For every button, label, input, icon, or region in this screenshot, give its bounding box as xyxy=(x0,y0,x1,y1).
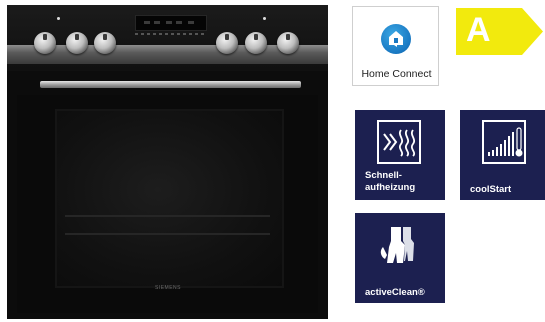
control-knob xyxy=(94,32,116,54)
control-knob xyxy=(245,32,267,54)
control-knob xyxy=(34,32,56,54)
feature-rapid-heating: Schnell- aufheizung xyxy=(355,110,445,200)
home-connect-badge: Home Connect xyxy=(352,6,439,86)
brand-label: SIEMENS xyxy=(154,285,181,291)
rapid-heating-icon xyxy=(377,120,421,164)
indicator-dot xyxy=(263,17,266,20)
home-connect-icon xyxy=(381,24,411,54)
indicator-dot xyxy=(57,17,60,20)
feature-label: aufheizung xyxy=(365,182,416,193)
feature-cool-start: coolStart xyxy=(460,110,545,200)
oven-product-image: SIEMENS xyxy=(7,5,328,319)
oven-rack xyxy=(65,233,270,235)
control-knob xyxy=(216,32,238,54)
oven-display xyxy=(135,15,207,31)
feature-label: coolStart xyxy=(470,184,512,195)
feature-label: Schnell- xyxy=(365,170,402,181)
feature-label: activeClean® xyxy=(365,287,425,298)
energy-class-label: A xyxy=(456,8,543,55)
oven-rack xyxy=(65,215,270,217)
home-connect-label: Home Connect xyxy=(361,68,432,80)
energy-class-letter: A xyxy=(466,11,491,49)
cool-start-icon xyxy=(482,120,526,164)
oven-door-handle xyxy=(40,81,301,88)
control-knob xyxy=(66,32,88,54)
touch-controls-strip xyxy=(135,33,207,35)
feature-active-clean: activeClean® xyxy=(355,213,445,303)
active-clean-icon xyxy=(377,223,421,267)
control-knob xyxy=(277,32,299,54)
oven-window xyxy=(55,109,284,288)
